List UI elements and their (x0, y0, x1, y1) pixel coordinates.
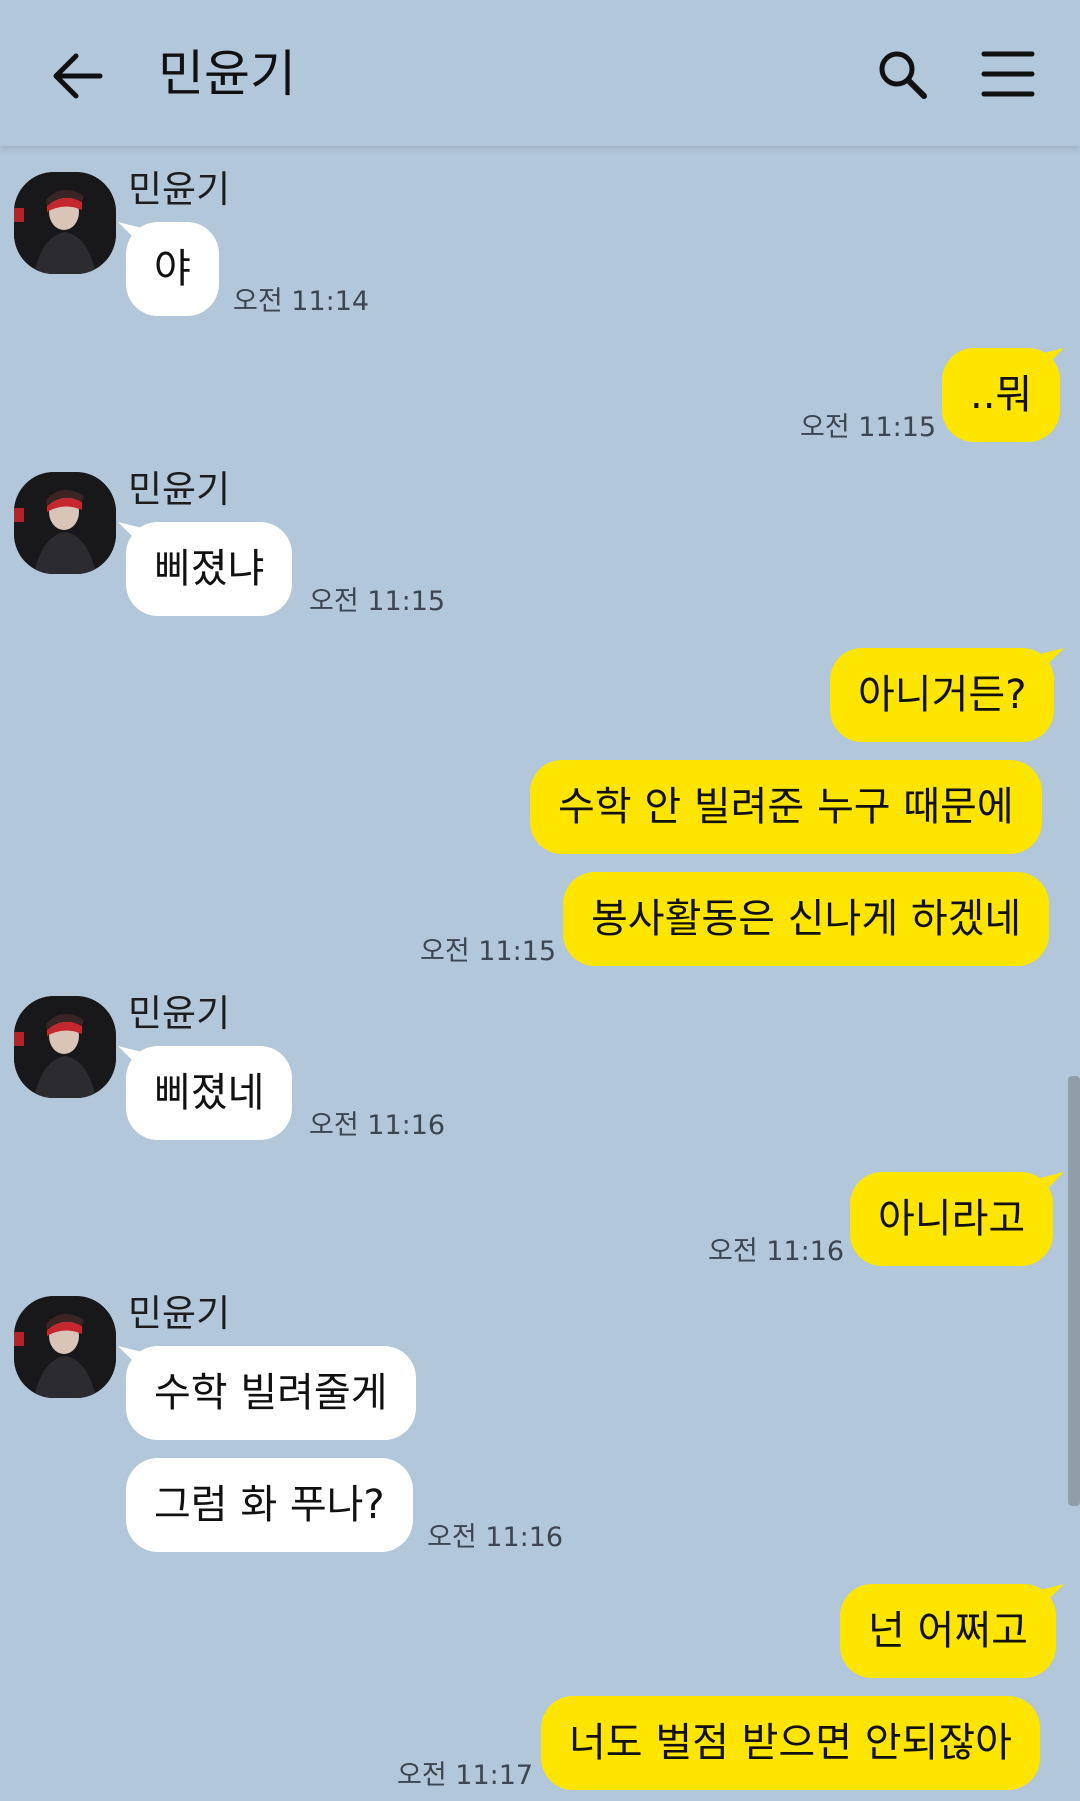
message-bubble-incoming[interactable]: 삐졌냐 (126, 522, 293, 616)
message-bubble-incoming[interactable]: 삐졌네 (126, 1046, 293, 1140)
message-time: 오전 11:15 (309, 586, 446, 617)
search-icon (879, 51, 927, 99)
hamburger-menu-icon (981, 51, 1035, 97)
chat-title: 민윤기 (158, 45, 296, 103)
profile-photo-icon (14, 472, 116, 574)
message-bubble-outgoing[interactable]: 너도 벌점 받으면 안되잖아 (541, 1696, 1040, 1790)
chat-header: 민윤기 (0, 0, 1080, 146)
message-time: 오전 11:16 (427, 1522, 564, 1553)
avatar[interactable] (14, 1296, 116, 1398)
message-bubble-incoming[interactable]: 야 (126, 222, 219, 316)
sender-name: 민윤기 (128, 468, 231, 511)
message-time: 오전 11:15 (420, 936, 557, 967)
message-time: 오전 11:14 (233, 286, 370, 317)
message-list[interactable]: 민윤기 야 오전 11:14 ..뭐 오전 11:15 민윤기 삐졌냐 오전 1… (0, 146, 1080, 1801)
avatar[interactable] (14, 996, 116, 1098)
avatar[interactable] (14, 172, 116, 274)
message-time: 오전 11:16 (708, 1236, 845, 1267)
profile-photo-icon (14, 172, 116, 274)
message-time: 오전 11:15 (800, 412, 937, 443)
message-time: 오전 11:16 (309, 1110, 446, 1141)
message-bubble-incoming[interactable]: 그럼 화 푸나? (126, 1458, 413, 1552)
profile-photo-icon (14, 1296, 116, 1398)
search-button[interactable] (872, 44, 932, 104)
message-bubble-outgoing[interactable]: 아니거든? (830, 648, 1055, 742)
sender-name: 민윤기 (128, 992, 231, 1035)
sender-name: 민윤기 (128, 1292, 231, 1335)
message-bubble-incoming[interactable]: 수학 빌려줄게 (126, 1346, 416, 1440)
message-time: 오전 11:17 (397, 1760, 534, 1791)
sender-name: 민윤기 (128, 168, 231, 211)
message-bubble-outgoing[interactable]: 수학 안 빌려준 누구 때문에 (530, 760, 1042, 854)
profile-photo-icon (14, 996, 116, 1098)
menu-button[interactable] (978, 44, 1038, 104)
message-bubble-outgoing[interactable]: 봉사활동은 신나게 하겠네 (563, 872, 1050, 966)
avatar[interactable] (14, 472, 116, 574)
arrow-left-icon (53, 53, 103, 99)
message-bubble-outgoing[interactable]: 아니라고 (850, 1172, 1054, 1266)
message-bubble-outgoing[interactable]: 넌 어쩌고 (840, 1584, 1056, 1678)
back-button[interactable] (48, 46, 108, 106)
message-bubble-outgoing[interactable]: ..뭐 (942, 348, 1061, 442)
scrollbar[interactable] (1068, 1076, 1080, 1506)
